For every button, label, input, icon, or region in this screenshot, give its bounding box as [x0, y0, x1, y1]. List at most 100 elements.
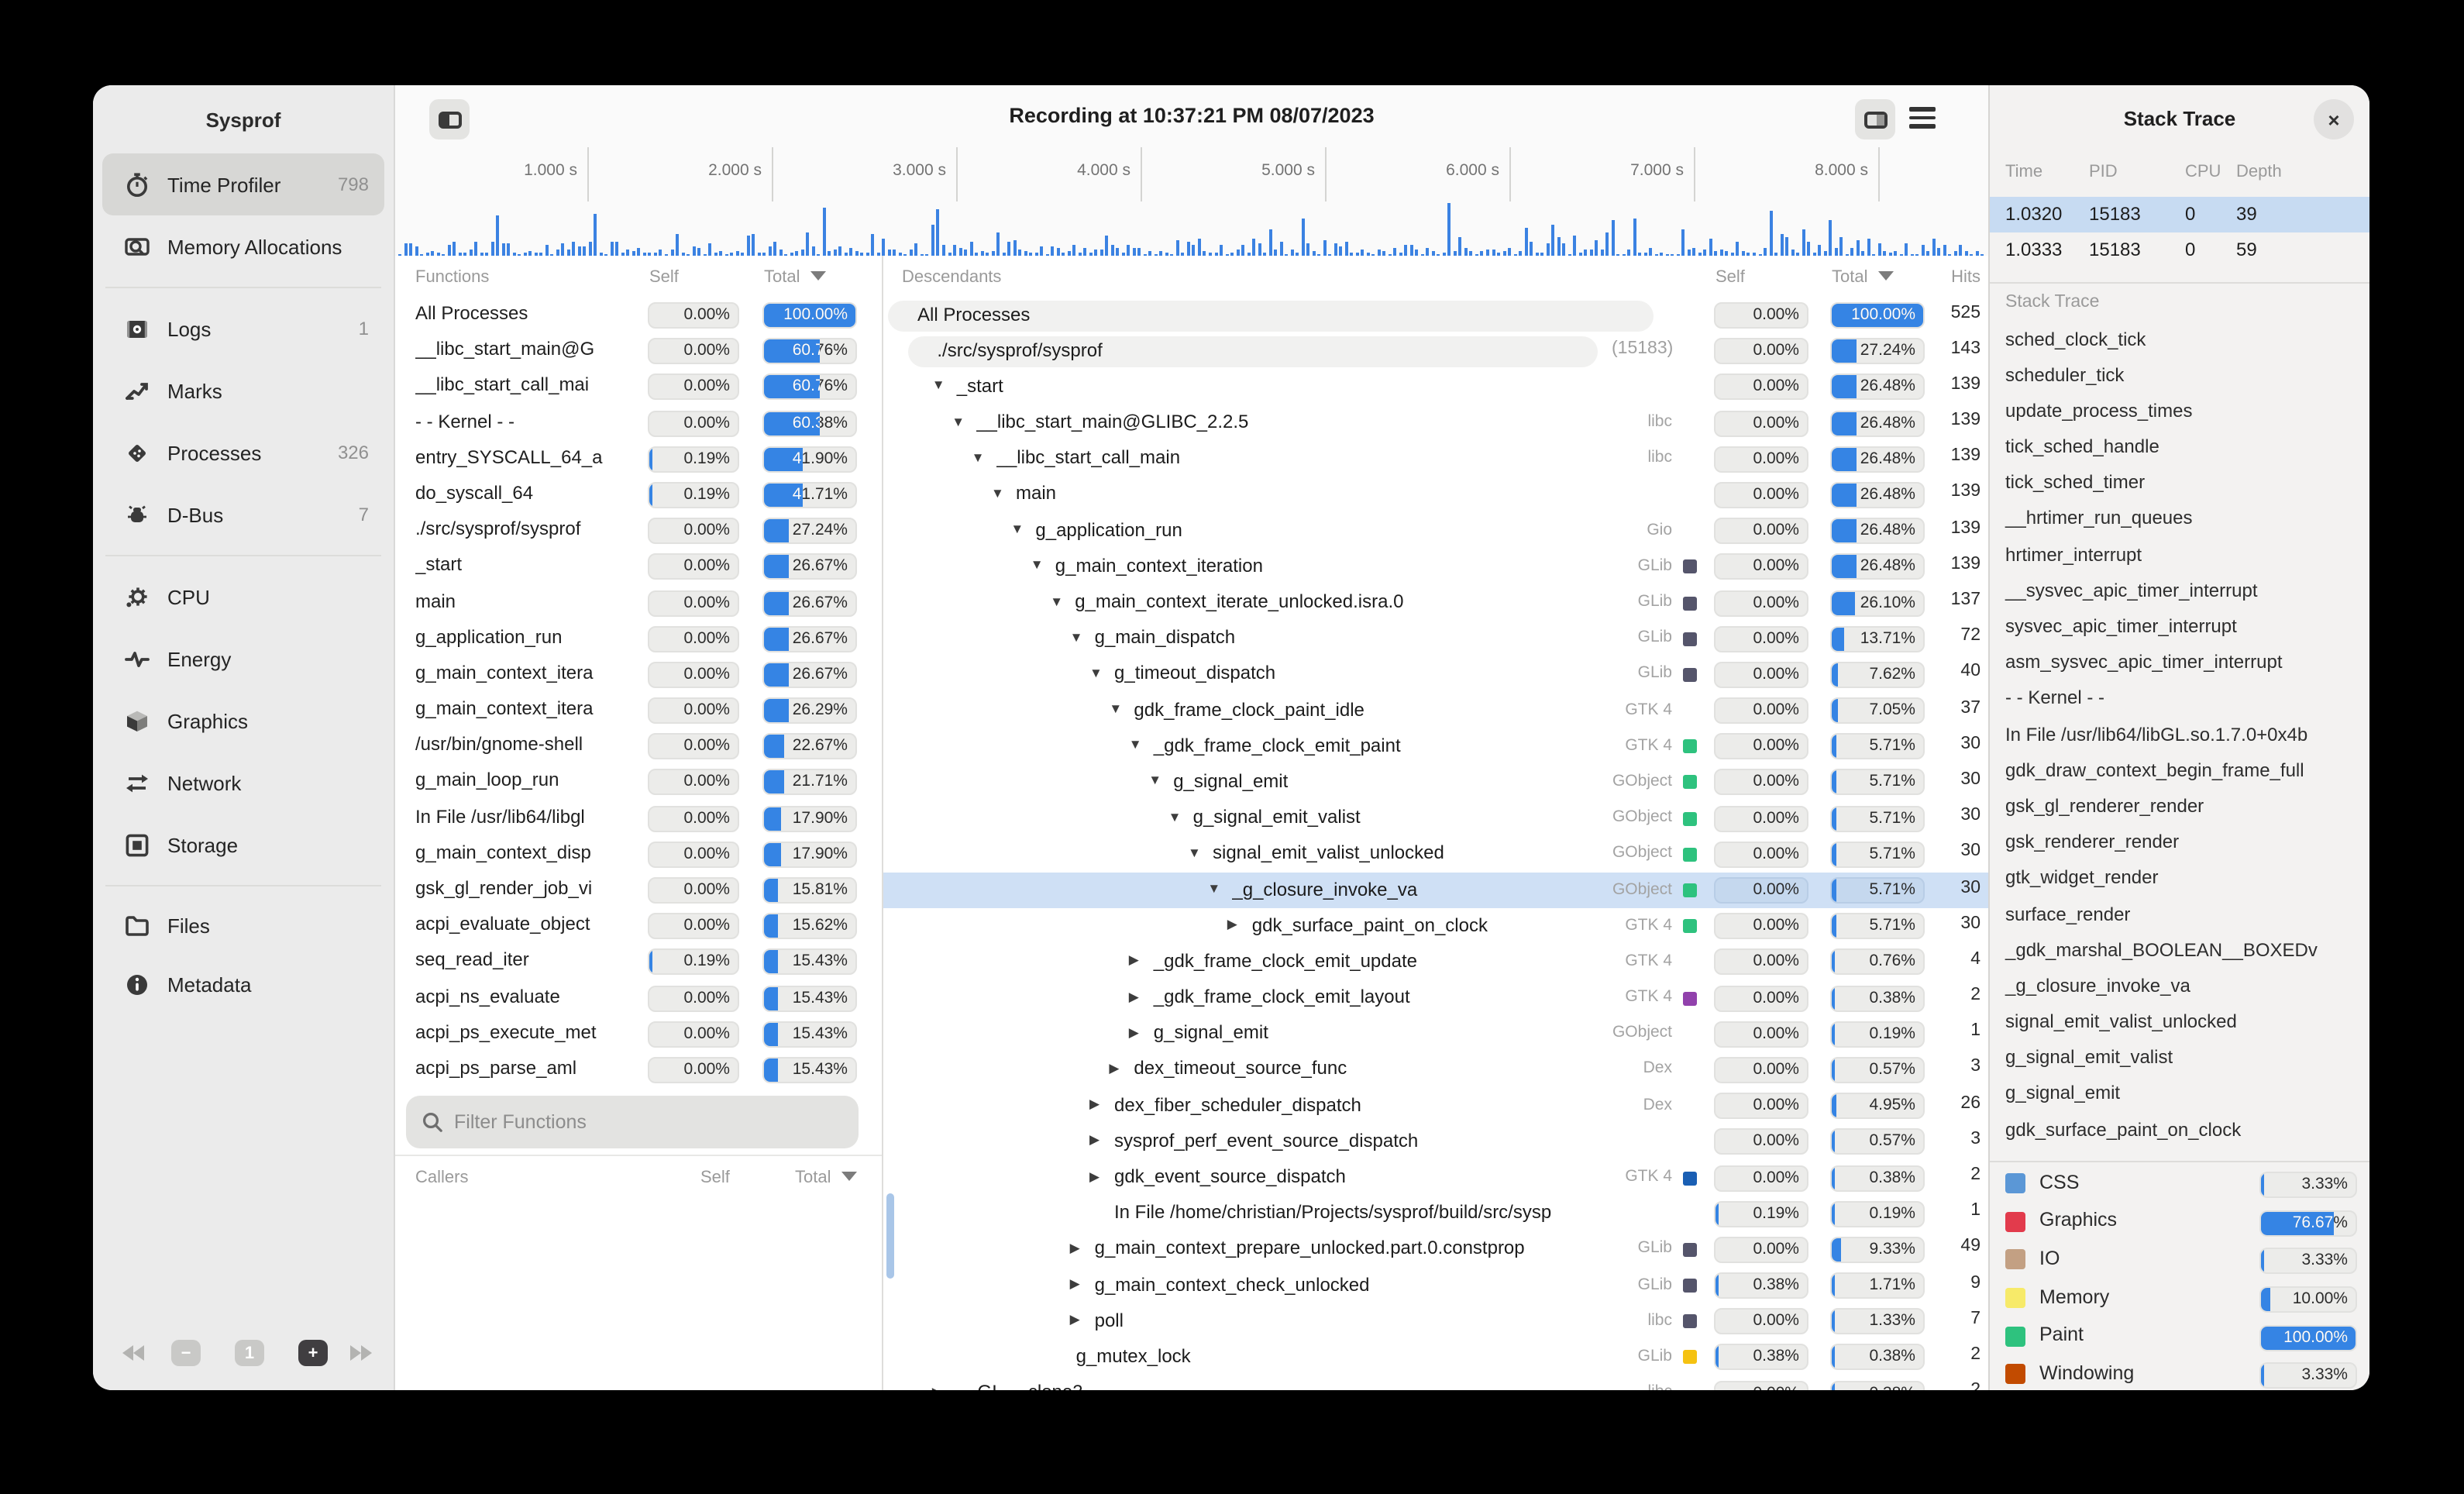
function-row[interactable]: __libc_start_call_mai0.00%60.76%60.76% — [395, 370, 882, 405]
sidebar-item-marks[interactable]: Marks — [102, 360, 384, 422]
sidebar-item-cpu[interactable]: CPU — [102, 566, 384, 628]
zoom-out-button[interactable]: − — [171, 1340, 201, 1366]
sidebar-item-energy[interactable]: Energy — [102, 628, 384, 690]
collapse-icon[interactable]: ▼ — [1188, 845, 1201, 860]
collapse-icon[interactable]: ▼ — [1129, 737, 1142, 752]
tree-row[interactable]: ▼_gdk_frame_clock_emit_paintGTK 40.00%5.… — [883, 729, 1988, 765]
descendants-total-header[interactable]: Total — [1832, 268, 1894, 287]
stack-frame[interactable]: gsk_gl_renderer_render — [1990, 790, 2369, 825]
collapse-icon[interactable]: ▼ — [1148, 773, 1161, 788]
function-row[interactable]: do_syscall_640.19%41.71%41.71% — [395, 477, 882, 513]
close-icon[interactable]: × — [2314, 99, 2354, 139]
stack-frame[interactable]: __hrtimer_run_queues — [1990, 502, 2369, 538]
callers-self-header[interactable]: Self — [700, 1169, 730, 1187]
tree-row[interactable]: g_mutex_lockGLib0.38%0.38%2 — [883, 1340, 1988, 1375]
stack-frame[interactable]: asm_sysvec_apic_timer_interrupt — [1990, 645, 2369, 681]
function-row[interactable]: acpi_ps_execute_met0.00%15.43%15.43% — [395, 1017, 882, 1052]
legend-row[interactable]: Memory10.00%10.00% — [1990, 1280, 2369, 1318]
tree-row[interactable]: ▶g_main_context_check_unlockedGLib0.38%1… — [883, 1268, 1988, 1303]
expand-icon[interactable]: ▶ — [1109, 1060, 1119, 1077]
function-row[interactable]: ./src/sysprof/sysprof0.00%27.24%27.24% — [395, 513, 882, 549]
tree-row[interactable]: ▼main0.00%26.48%26.48%139 — [883, 477, 1988, 513]
legend-row[interactable]: CSS3.33% — [1990, 1165, 2369, 1203]
tree-row[interactable]: ▶polllibc0.00%1.33%7 — [883, 1304, 1988, 1340]
scrollbar-thumb[interactable] — [886, 1193, 894, 1279]
tree-row[interactable]: ▼g_application_runGio0.00%26.48%26.48%13… — [883, 513, 1988, 549]
self-column-header[interactable]: Self — [649, 268, 679, 287]
sidebar-item-processes[interactable]: Processes326 — [102, 422, 384, 484]
tree-row[interactable]: ▶_gdk_frame_clock_emit_layoutGTK 40.00%0… — [883, 980, 1988, 1016]
functions-column-header[interactable]: Functions — [415, 268, 489, 287]
filter-functions-box[interactable] — [406, 1096, 859, 1148]
stack-sample-row[interactable]: 1.032015183039 — [1990, 197, 2369, 232]
filter-functions-input[interactable] — [454, 1111, 826, 1133]
collapse-icon[interactable]: ▼ — [1031, 557, 1044, 573]
expand-icon[interactable]: ▶ — [1089, 1132, 1100, 1149]
stack-frame[interactable]: g_signal_emit — [1990, 1077, 2369, 1113]
expand-icon[interactable]: ▶ — [1070, 1275, 1080, 1293]
function-row[interactable]: g_main_context_disp0.00%17.90%17.90% — [395, 837, 882, 873]
collapse-icon[interactable]: ▼ — [1050, 593, 1063, 608]
stack-frame[interactable]: gdk_surface_paint_on_clock — [1990, 1113, 2369, 1148]
tree-row[interactable]: ▼gdk_frame_clock_paint_idleGTK 40.00%7.0… — [883, 693, 1988, 728]
legend-row[interactable]: Windowing3.33% — [1990, 1357, 2369, 1390]
stack-frame[interactable]: - - Kernel - - — [1990, 682, 2369, 718]
tree-row[interactable]: ▼g_signal_emit_valistGObject0.00%5.71%30 — [883, 800, 1988, 836]
stack-frame[interactable]: gtk_widget_render — [1990, 862, 2369, 897]
sidebar-item-graphics[interactable]: Graphics — [102, 690, 384, 752]
zoom-in-button[interactable]: + — [298, 1340, 328, 1366]
sidebar-item-metadata[interactable]: Metadata — [102, 955, 384, 1014]
expand-icon[interactable]: ▶ — [1089, 1096, 1100, 1113]
legend-row[interactable]: IO3.33% — [1990, 1242, 2369, 1280]
function-row[interactable]: g_main_context_itera0.00%26.29%26.29% — [395, 693, 882, 728]
tree-row[interactable]: ▼g_main_context_iterationGLib0.00%26.48%… — [883, 549, 1988, 585]
descendants-hits-header[interactable]: Hits — [1931, 268, 1980, 287]
collapse-icon[interactable]: ▼ — [1010, 521, 1024, 536]
stack-sample-row[interactable]: 1.033315183059 — [1990, 232, 2369, 268]
sidebar-item-network[interactable]: Network — [102, 752, 384, 814]
function-row[interactable]: acpi_evaluate_object0.00%15.62%15.62% — [395, 908, 882, 944]
stack-frame[interactable]: sched_clock_tick — [1990, 322, 2369, 358]
total-column-header[interactable]: Total — [764, 268, 827, 287]
tree-row[interactable]: ▼All Processes0.00%100.00%100.00%525 — [883, 298, 1988, 333]
stack-frame[interactable]: sysvec_apic_timer_interrupt — [1990, 610, 2369, 645]
tree-row[interactable]: ▶_gdk_frame_clock_emit_updateGTK 40.00%0… — [883, 945, 1988, 980]
sidebar-item-d-bus[interactable]: D-Bus7 — [102, 484, 384, 546]
tree-row[interactable]: ▶__GI___clone3libc0.00%0.38%2 — [883, 1375, 1988, 1390]
expand-icon[interactable]: ▶ — [1227, 916, 1237, 933]
tree-row[interactable]: ▶g_main_context_prepare_unlocked.part.0.… — [883, 1232, 1988, 1268]
rewind-icon[interactable] — [121, 1344, 146, 1362]
stack-column-header-pid[interactable]: PID — [2089, 163, 2118, 181]
function-row[interactable]: /usr/bin/gnome-shell0.00%22.67%22.67% — [395, 729, 882, 765]
descendants-self-header[interactable]: Self — [1716, 268, 1745, 287]
stack-frame[interactable]: tick_sched_handle — [1990, 430, 2369, 466]
collapse-icon[interactable]: ▼ — [1109, 701, 1122, 716]
stack-frame[interactable]: tick_sched_timer — [1990, 466, 2369, 502]
tree-row[interactable]: In File /home/christian/Projects/sysprof… — [883, 1196, 1988, 1231]
stack-frame[interactable]: _gdk_marshal_BOOLEAN__BOXEDv — [1990, 933, 2369, 969]
stack-frame[interactable]: gsk_renderer_render — [1990, 825, 2369, 861]
function-row[interactable]: acpi_ps_parse_aml0.00%15.43%15.43% — [395, 1052, 882, 1088]
collapse-icon[interactable]: ▼ — [1168, 808, 1182, 824]
function-row[interactable]: g_application_run0.00%26.67%26.67% — [395, 621, 882, 656]
tree-row[interactable]: ▶gdk_event_source_dispatchGTK 40.00%0.38… — [883, 1160, 1988, 1196]
stack-frame[interactable]: gdk_draw_context_begin_frame_full — [1990, 754, 2369, 790]
descendants-column-header[interactable]: Descendants — [902, 268, 1001, 287]
tree-row[interactable]: ▶sysprof_perf_event_source_dispatch0.00%… — [883, 1124, 1988, 1160]
toggle-right-sidebar-button[interactable] — [1855, 99, 1895, 139]
function-row[interactable]: g_main_loop_run0.00%21.71%21.71% — [395, 765, 882, 800]
collapse-icon[interactable]: ▼ — [1070, 628, 1083, 644]
callers-column-header[interactable]: Callers — [415, 1169, 468, 1187]
expand-icon[interactable]: ▶ — [932, 1383, 942, 1390]
function-row[interactable]: entry_SYSCALL_64_a0.19%41.90%41.90% — [395, 442, 882, 477]
expand-icon[interactable]: ▶ — [1129, 988, 1139, 1005]
function-row[interactable]: main0.00%26.67%26.67% — [395, 585, 882, 621]
collapse-icon[interactable]: ▼ — [932, 377, 945, 393]
function-row[interactable]: acpi_ns_evaluate0.00%15.43%15.43% — [395, 980, 882, 1016]
expand-icon[interactable]: ▶ — [1070, 1312, 1080, 1329]
expand-icon[interactable]: ▶ — [1129, 1024, 1139, 1041]
stack-frame[interactable]: signal_emit_valist_unlocked — [1990, 1005, 2369, 1041]
tree-row[interactable]: ▼__libc_start_main@GLIBC_2.2.5libc0.00%2… — [883, 405, 1988, 441]
tree-row[interactable]: ▼g_signal_emitGObject0.00%5.71%30 — [883, 765, 1988, 800]
sidebar-item-files[interactable]: Files — [102, 896, 384, 955]
